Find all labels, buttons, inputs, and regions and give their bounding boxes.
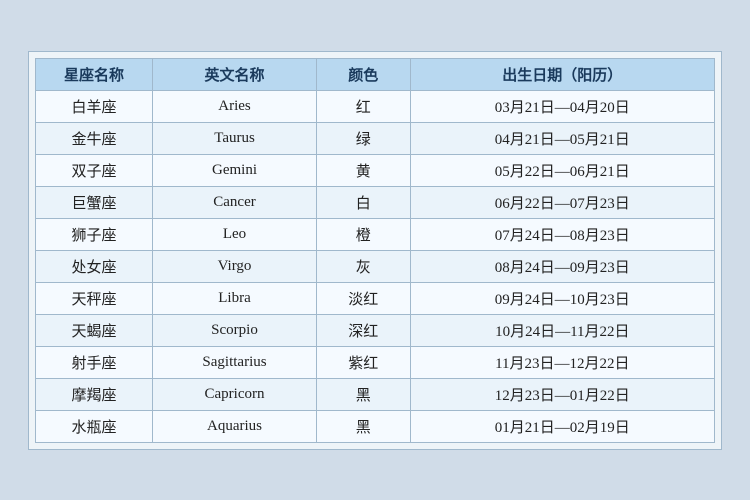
cell-chinese: 天蝎座 — [36, 314, 153, 346]
table-row: 摩羯座Capricorn黑12月23日—01月22日 — [36, 378, 715, 410]
cell-english: Leo — [153, 218, 317, 250]
table-row: 天秤座Libra淡红09月24日—10月23日 — [36, 282, 715, 314]
cell-chinese: 双子座 — [36, 154, 153, 186]
cell-english: Capricorn — [153, 378, 317, 410]
cell-date: 04月21日—05月21日 — [410, 122, 714, 154]
cell-date: 08月24日—09月23日 — [410, 250, 714, 282]
cell-english: Libra — [153, 282, 317, 314]
table-header-row: 星座名称 英文名称 颜色 出生日期（阳历） — [36, 58, 715, 90]
cell-date: 07月24日—08月23日 — [410, 218, 714, 250]
cell-date: 05月22日—06月21日 — [410, 154, 714, 186]
header-english: 英文名称 — [153, 58, 317, 90]
cell-english: Gemini — [153, 154, 317, 186]
table-row: 射手座Sagittarius紫红11月23日—12月22日 — [36, 346, 715, 378]
cell-chinese: 巨蟹座 — [36, 186, 153, 218]
cell-english: Sagittarius — [153, 346, 317, 378]
cell-chinese: 处女座 — [36, 250, 153, 282]
table-row: 天蝎座Scorpio深红10月24日—11月22日 — [36, 314, 715, 346]
table-row: 金牛座Taurus绿04月21日—05月21日 — [36, 122, 715, 154]
cell-color: 白 — [316, 186, 410, 218]
cell-chinese: 摩羯座 — [36, 378, 153, 410]
cell-date: 09月24日—10月23日 — [410, 282, 714, 314]
cell-date: 11月23日—12月22日 — [410, 346, 714, 378]
zodiac-table: 星座名称 英文名称 颜色 出生日期（阳历） 白羊座Aries红03月21日—04… — [35, 58, 715, 443]
cell-date: 03月21日—04月20日 — [410, 90, 714, 122]
cell-english: Cancer — [153, 186, 317, 218]
table-row: 水瓶座Aquarius黑01月21日—02月19日 — [36, 410, 715, 442]
header-date: 出生日期（阳历） — [410, 58, 714, 90]
table-row: 白羊座Aries红03月21日—04月20日 — [36, 90, 715, 122]
cell-chinese: 水瓶座 — [36, 410, 153, 442]
cell-chinese: 金牛座 — [36, 122, 153, 154]
cell-date: 10月24日—11月22日 — [410, 314, 714, 346]
cell-color: 红 — [316, 90, 410, 122]
cell-color: 黑 — [316, 410, 410, 442]
table-row: 处女座Virgo灰08月24日—09月23日 — [36, 250, 715, 282]
cell-chinese: 天秤座 — [36, 282, 153, 314]
cell-date: 06月22日—07月23日 — [410, 186, 714, 218]
cell-color: 橙 — [316, 218, 410, 250]
cell-english: Aries — [153, 90, 317, 122]
header-chinese: 星座名称 — [36, 58, 153, 90]
table-row: 双子座Gemini黄05月22日—06月21日 — [36, 154, 715, 186]
cell-chinese: 射手座 — [36, 346, 153, 378]
header-color: 颜色 — [316, 58, 410, 90]
cell-english: Aquarius — [153, 410, 317, 442]
zodiac-table-container: 星座名称 英文名称 颜色 出生日期（阳历） 白羊座Aries红03月21日—04… — [28, 51, 722, 450]
cell-color: 紫红 — [316, 346, 410, 378]
cell-color: 绿 — [316, 122, 410, 154]
cell-color: 黄 — [316, 154, 410, 186]
cell-color: 灰 — [316, 250, 410, 282]
cell-color: 深红 — [316, 314, 410, 346]
cell-color: 黑 — [316, 378, 410, 410]
cell-chinese: 狮子座 — [36, 218, 153, 250]
cell-date: 12月23日—01月22日 — [410, 378, 714, 410]
cell-english: Taurus — [153, 122, 317, 154]
table-row: 狮子座Leo橙07月24日—08月23日 — [36, 218, 715, 250]
cell-english: Virgo — [153, 250, 317, 282]
cell-date: 01月21日—02月19日 — [410, 410, 714, 442]
table-row: 巨蟹座Cancer白06月22日—07月23日 — [36, 186, 715, 218]
cell-chinese: 白羊座 — [36, 90, 153, 122]
cell-english: Scorpio — [153, 314, 317, 346]
cell-color: 淡红 — [316, 282, 410, 314]
